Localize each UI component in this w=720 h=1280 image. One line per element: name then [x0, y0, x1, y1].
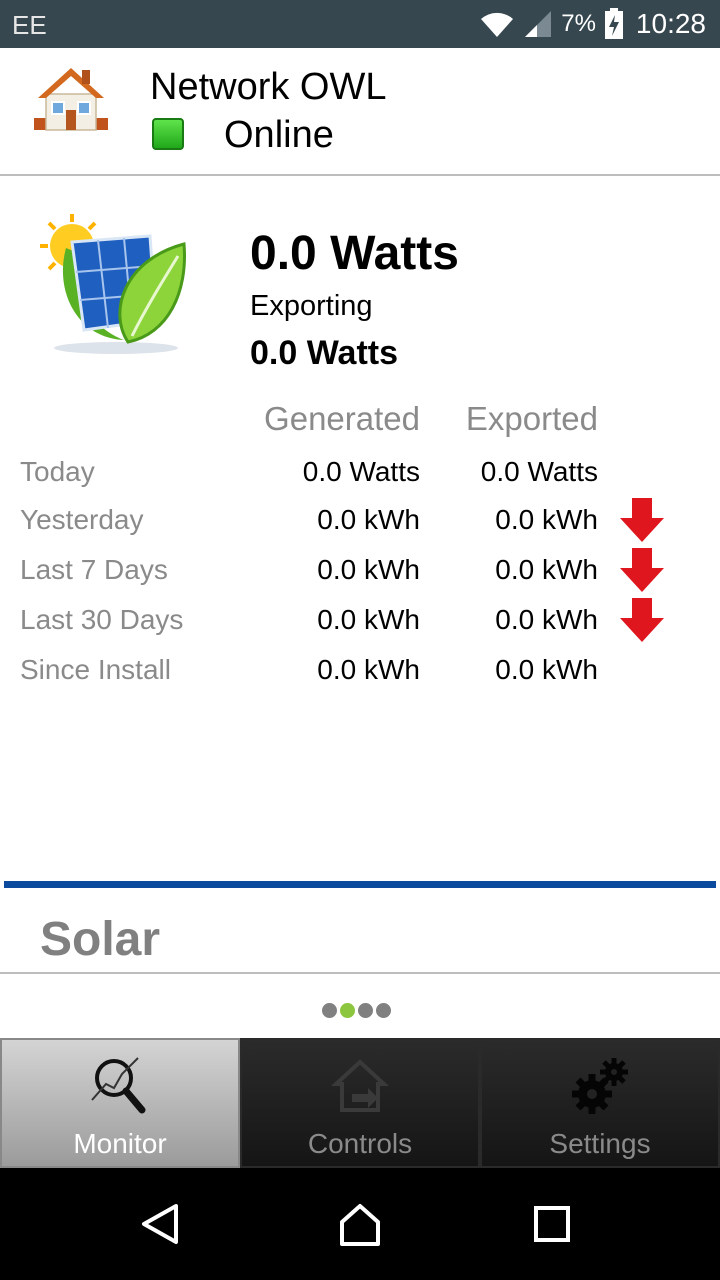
row-label: Today [20, 456, 95, 487]
row-label: Yesterday [20, 504, 144, 535]
carrier-name: EE [12, 10, 47, 40]
navigation-bar [0, 1168, 720, 1280]
page-dot[interactable] [358, 1003, 373, 1018]
row-label: Since Install [20, 654, 171, 685]
tab-label: Controls [307, 1128, 413, 1159]
tab-label: Monitor [73, 1128, 167, 1159]
clock: 10:28 [635, 8, 706, 39]
recents-icon[interactable] [526, 1198, 578, 1250]
generated-value: 0.0 kWh [317, 554, 420, 585]
battery-charging-icon [604, 8, 623, 39]
connection-status: Online [224, 114, 334, 156]
column-header-exported: Exported [465, 400, 598, 437]
column-header-generated: Generated [264, 400, 420, 437]
exported-value: 0.0 kWh [495, 654, 598, 685]
current-export: 0.0 Watts [250, 334, 399, 372]
page-title: Solar [40, 913, 161, 966]
house-icon [34, 68, 108, 131]
row-label: Last 30 Days [20, 604, 184, 635]
wifi-icon [481, 12, 514, 37]
table-row: Today 0.0 Watts 0.0 Watts [0, 456, 720, 504]
generated-value: 0.0 kWh [317, 504, 420, 535]
table-row: Last 7 Days 0.0 kWh 0.0 kWh [0, 548, 720, 602]
battery-percent: 7% [561, 10, 596, 37]
down-arrow-icon[interactable] [618, 598, 666, 642]
signal-icon [525, 11, 552, 37]
tab-label: Settings [549, 1128, 651, 1159]
solar-panel-icon [40, 214, 187, 354]
status-bar: EE 7% 10:28 [0, 0, 720, 48]
generated-value: 0.0 Watts [302, 456, 420, 487]
tab-bar: Monitor Controls Settings [0, 1038, 720, 1168]
page-indicator[interactable] [322, 1003, 391, 1018]
exported-value: 0.0 kWh [495, 604, 598, 635]
page-divider [4, 881, 716, 888]
device-name: Network OWL [150, 66, 387, 108]
back-icon[interactable] [134, 1198, 186, 1250]
online-indicator [152, 118, 184, 150]
device-header: Network OWL Online [0, 48, 720, 176]
tab-settings[interactable]: Settings [480, 1038, 720, 1168]
exported-value: 0.0 Watts [480, 456, 598, 487]
down-arrow-icon[interactable] [618, 548, 666, 592]
exported-value: 0.0 kWh [495, 504, 598, 535]
tab-monitor[interactable]: Monitor [0, 1038, 240, 1168]
home-icon[interactable] [334, 1198, 386, 1250]
page-dot[interactable] [376, 1003, 391, 1018]
magnifier-icon [91, 1057, 146, 1114]
gears-icon [572, 1058, 628, 1114]
current-generation: 0.0 Watts [250, 227, 459, 280]
house-controls-icon [330, 1059, 390, 1112]
page-dot-active[interactable] [340, 1003, 355, 1018]
divider [0, 972, 720, 974]
exported-value: 0.0 kWh [495, 554, 598, 585]
table-row: Yesterday 0.0 kWh 0.0 kWh [0, 498, 720, 552]
status-icons: 7% 10:28 [479, 6, 706, 42]
table-row: Since Install 0.0 kWh 0.0 kWh [0, 654, 720, 702]
tab-controls[interactable]: Controls [240, 1038, 480, 1168]
page-dot[interactable] [322, 1003, 337, 1018]
generated-value: 0.0 kWh [317, 604, 420, 635]
row-label: Last 7 Days [20, 554, 168, 585]
table-row: Last 30 Days 0.0 kWh 0.0 kWh [0, 598, 720, 652]
exporting-label: Exporting [250, 290, 373, 322]
down-arrow-icon[interactable] [618, 498, 666, 542]
generated-value: 0.0 kWh [317, 654, 420, 685]
